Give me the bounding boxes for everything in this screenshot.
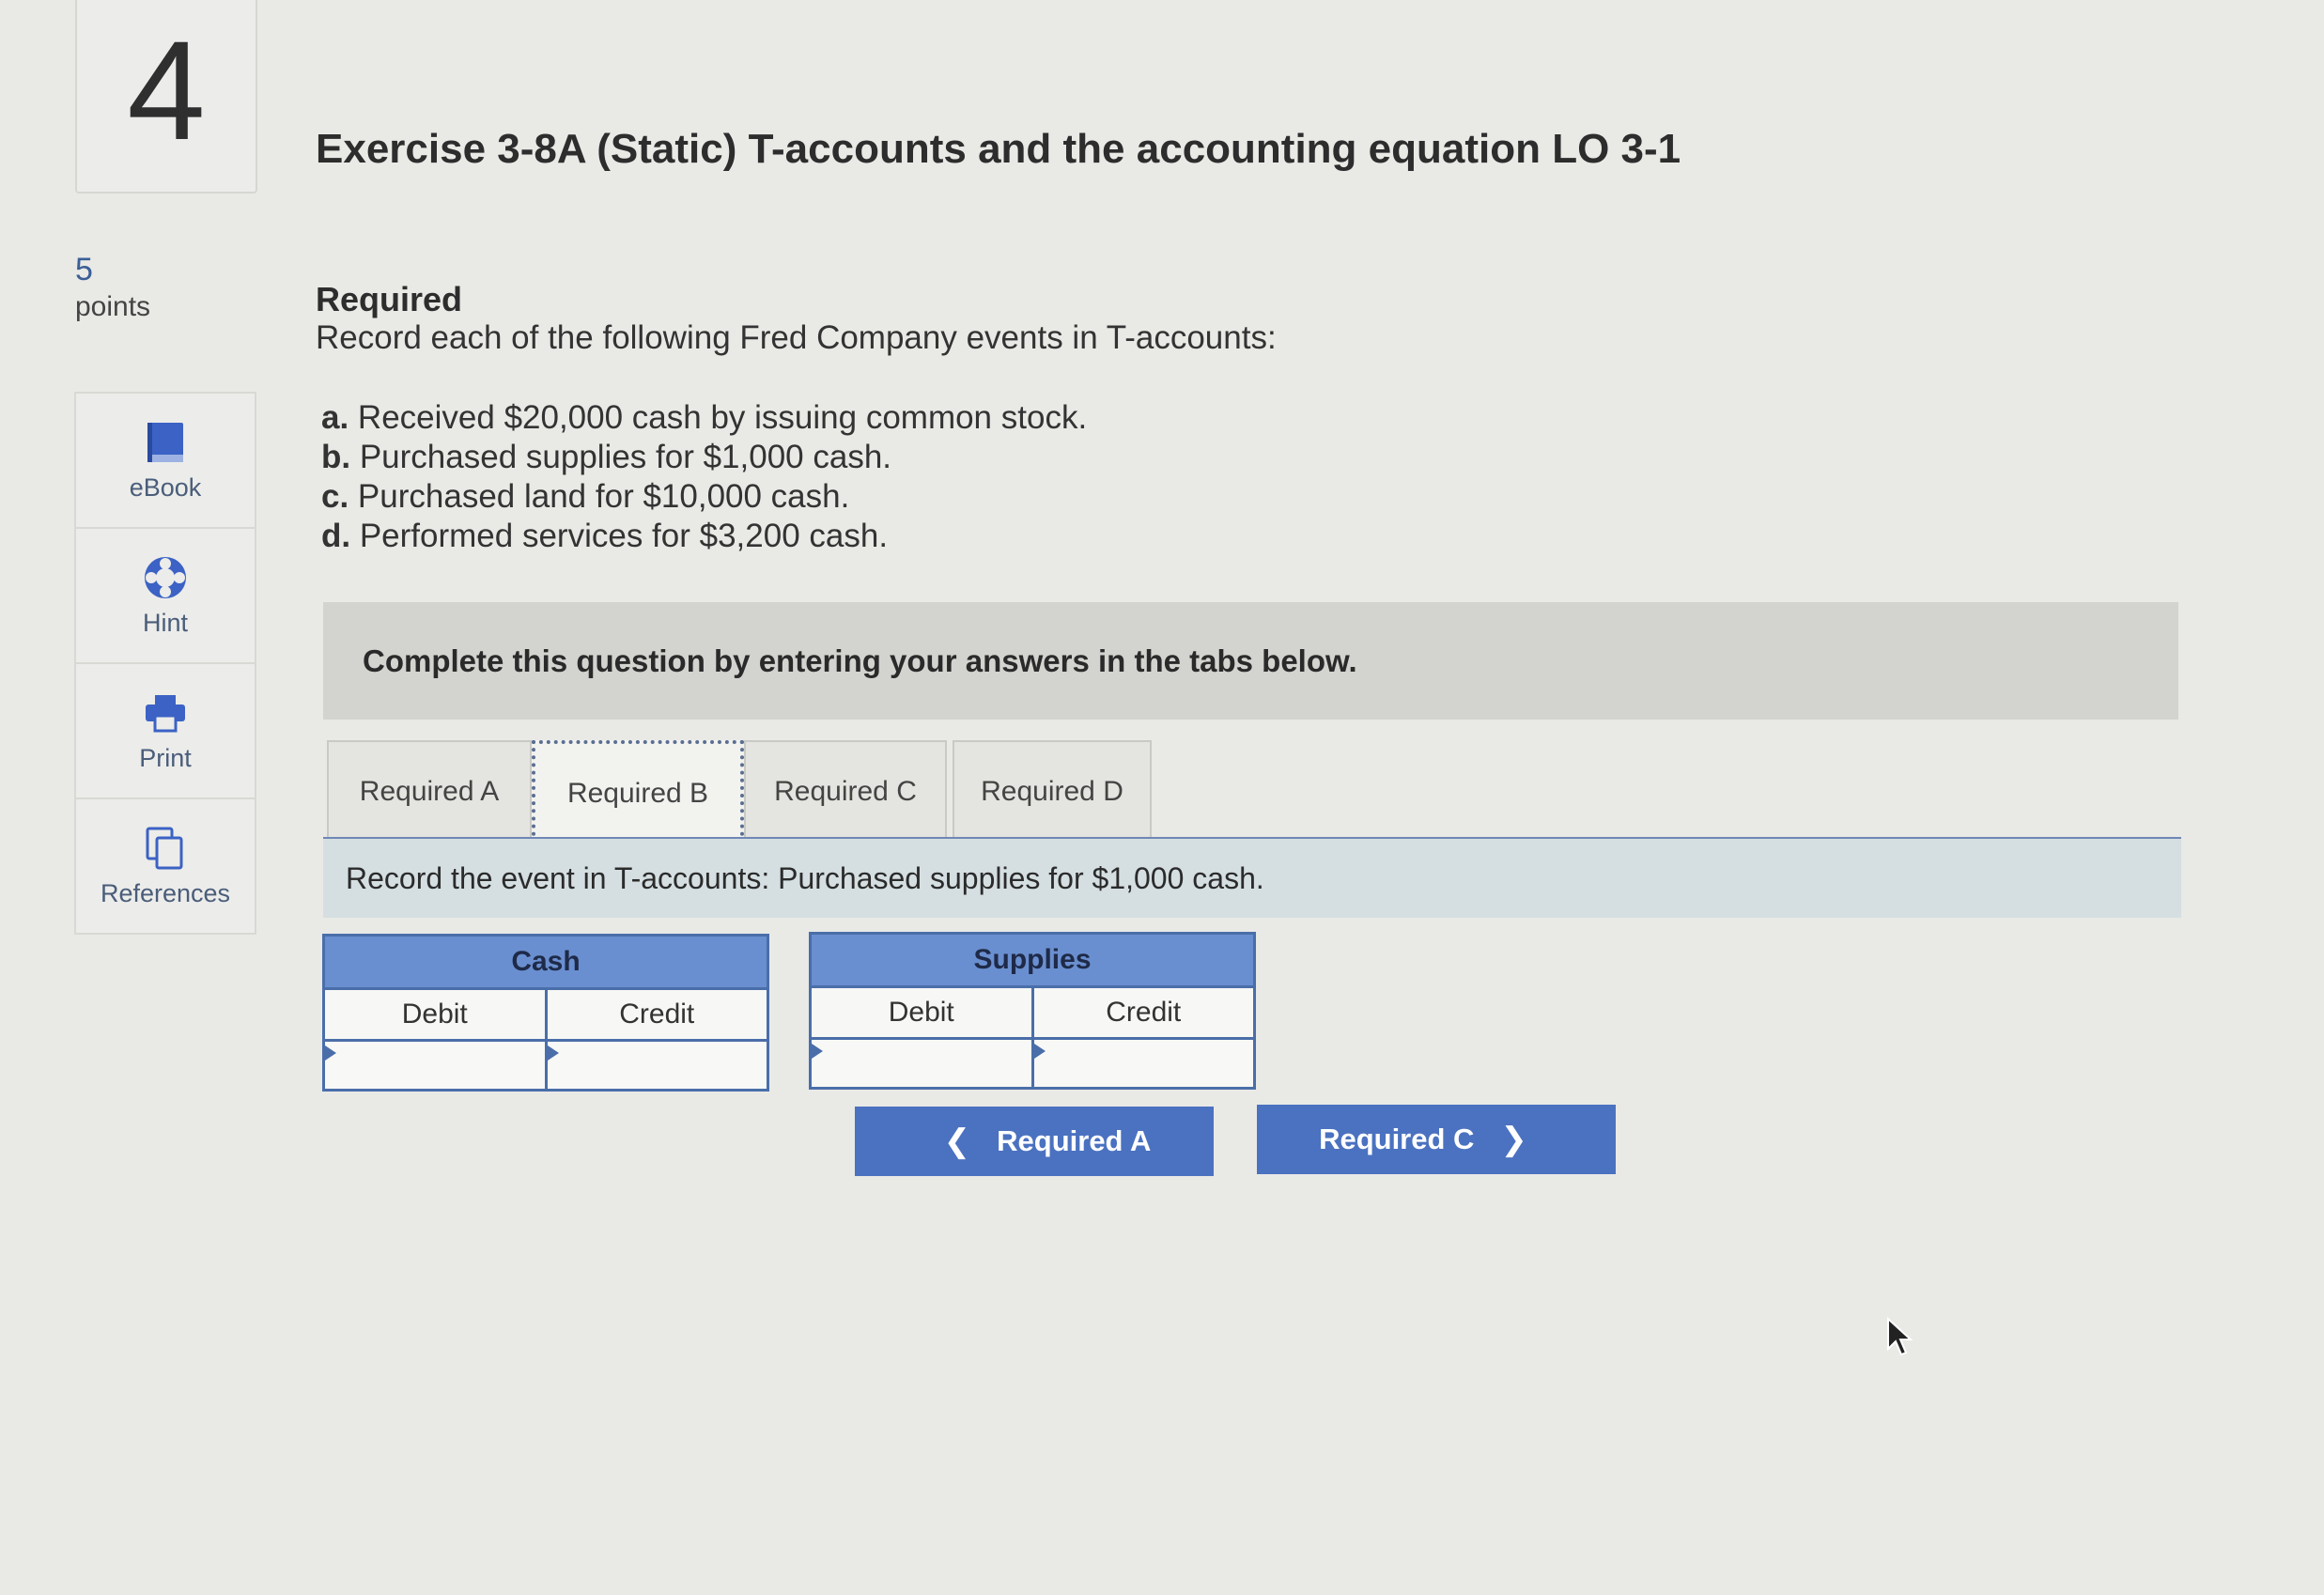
credit-column-label: Credit (619, 999, 695, 1030)
event-letter: c. (321, 478, 349, 515)
t-account-supplies: Supplies Debit Credit (809, 932, 1256, 1090)
t-account-columns: Debit Credit (812, 988, 1253, 1040)
credit-column-label: Credit (1106, 997, 1182, 1028)
points-label: points (75, 291, 151, 322)
ebook-label: eBook (129, 472, 202, 502)
references-label: References (100, 878, 231, 907)
t-account-title: Supplies (812, 935, 1253, 988)
ebook-button[interactable]: eBook (76, 394, 255, 529)
credit-cell (547, 1042, 767, 1089)
debit-cell (325, 1042, 548, 1089)
cash-credit-input[interactable] (547, 1042, 767, 1089)
event-prompt: Record the event in T-accounts: Purchase… (346, 860, 1264, 895)
t-account-cash: Cash Debit Credit (322, 934, 769, 1092)
instruction-text: Complete this question by entering your … (363, 643, 1357, 678)
event-item: b. Purchased supplies for $1,000 cash. (321, 438, 1087, 477)
instruction-banner: Complete this question by entering your … (323, 602, 2178, 720)
event-text: Received $20,000 cash by issuing common … (349, 399, 1088, 436)
supplies-credit-input[interactable] (1033, 1040, 1253, 1087)
event-item: d. Performed services for $3,200 cash. (321, 517, 1087, 556)
printer-icon (146, 694, 185, 732)
lifebuoy-icon (145, 556, 186, 598)
next-required-c-button[interactable]: Required C ❯ (1257, 1105, 1616, 1174)
t-account-title: Cash (325, 937, 767, 990)
event-letter: d. (321, 518, 351, 554)
debit-cell (812, 1040, 1034, 1087)
t-account-entry-row (812, 1040, 1253, 1087)
print-label: Print (139, 743, 192, 772)
event-item: c. Purchased land for $10,000 cash. (321, 477, 1087, 517)
supplies-debit-input[interactable] (812, 1040, 1031, 1087)
t-account-entry-row (325, 1042, 767, 1089)
credit-cell (1033, 1040, 1253, 1087)
cash-debit-input[interactable] (325, 1042, 545, 1089)
points-value: 5 (75, 252, 93, 287)
hint-button[interactable]: Hint (76, 529, 255, 664)
chevron-right-icon: ❯ (1500, 1122, 1527, 1157)
question-number: 4 (127, 11, 206, 169)
event-item: a. Received $20,000 cash by issuing comm… (321, 398, 1087, 438)
event-prompt-bar: Record the event in T-accounts: Purchase… (323, 839, 2181, 918)
event-text: Purchased land for $10,000 cash. (349, 478, 850, 515)
print-button[interactable]: Print (76, 664, 255, 799)
copy-icon (146, 827, 183, 869)
debit-column-label: Debit (325, 990, 548, 1039)
book-icon (147, 422, 183, 462)
tab-required-a[interactable]: Required A (327, 740, 532, 844)
question-number-box: 4 (75, 0, 257, 194)
prev-button-label: Required A (997, 1124, 1152, 1157)
next-button-label: Required C (1319, 1123, 1475, 1155)
tab-required-d[interactable]: Required D (953, 740, 1152, 844)
tab-required-b[interactable]: Required B (532, 740, 744, 844)
tab-required-c[interactable]: Required C (744, 740, 947, 844)
tools-panel: eBook Hint Print References (74, 392, 256, 935)
prev-required-a-button[interactable]: ❮ Required A (855, 1107, 1214, 1176)
hint-label: Hint (142, 608, 188, 637)
mouse-cursor-icon (1887, 1317, 1913, 1356)
t-account-columns: Debit Credit (325, 990, 767, 1042)
event-letter: a. (321, 399, 349, 436)
debit-column-label: Debit (812, 988, 1034, 1037)
event-text: Performed services for $3,200 cash. (350, 518, 889, 554)
event-letter: b. (321, 439, 351, 475)
event-list: a. Received $20,000 cash by issuing comm… (321, 398, 1087, 556)
required-intro: Record each of the following Fred Compan… (316, 319, 1277, 356)
required-heading: Required (316, 280, 463, 318)
exercise-title: Exercise 3-8A (Static) T-accounts and th… (316, 126, 1681, 172)
references-button[interactable]: References (76, 799, 255, 933)
chevron-left-icon: ❮ (943, 1123, 971, 1159)
event-text: Purchased supplies for $1,000 cash. (350, 439, 892, 475)
